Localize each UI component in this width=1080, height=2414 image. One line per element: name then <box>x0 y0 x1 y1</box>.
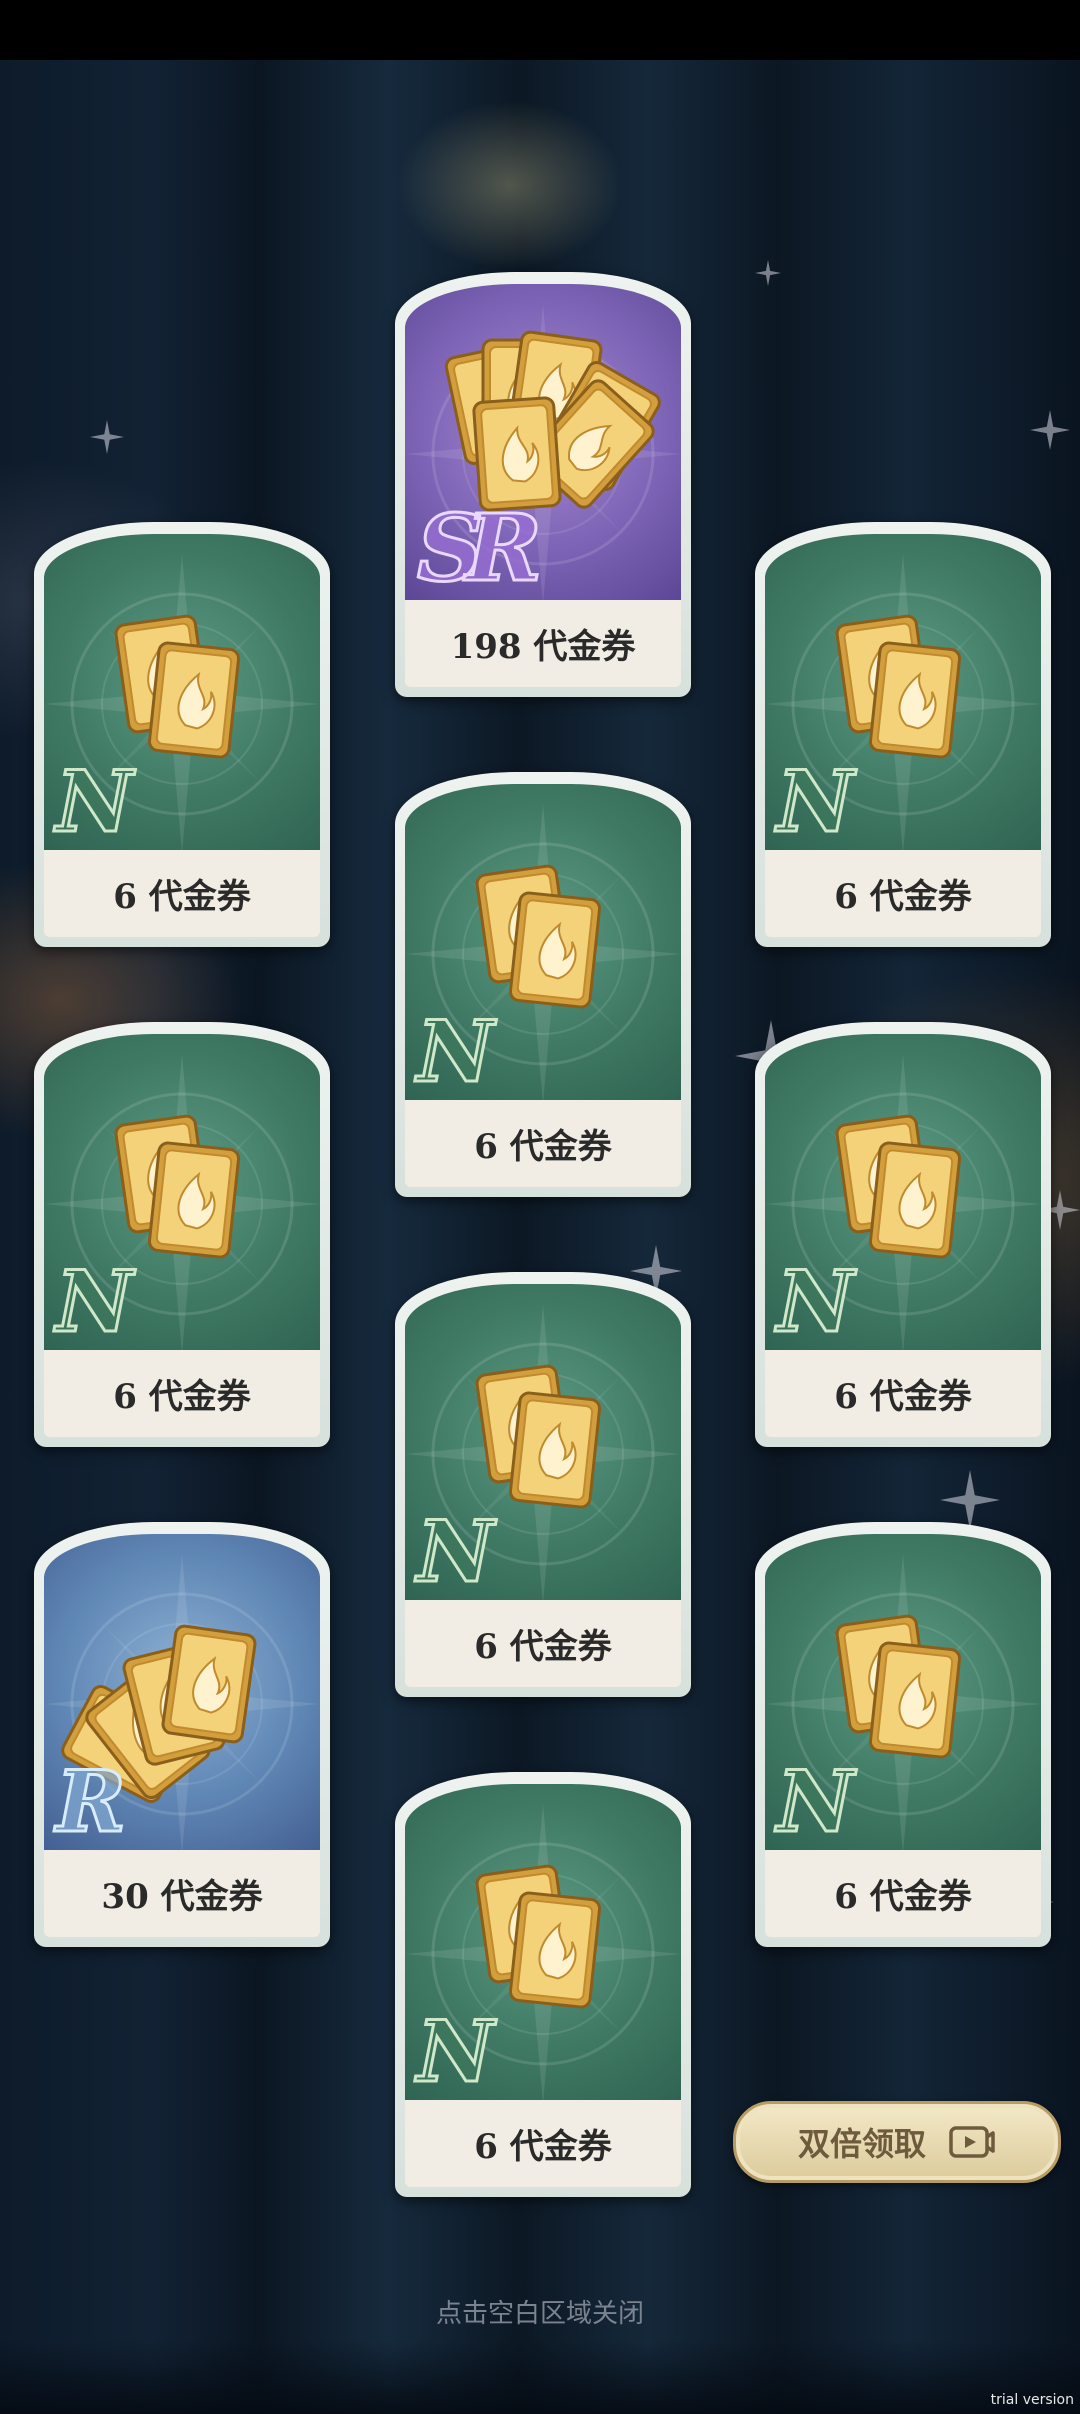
card-frame: SR 198 代金券 <box>405 284 681 687</box>
card-frame: N 6 代金券 <box>765 1534 1041 1937</box>
double-claim-label: 双倍领取 <box>797 2125 926 2163</box>
card-label-bar: 6 代金券 <box>765 1850 1041 1937</box>
card-label-bar: 6 代金券 <box>44 1350 320 1437</box>
reward-amount-label: 6 代金券 <box>474 2127 612 2167</box>
reward-amount-label: 6 代金券 <box>834 1377 972 1417</box>
card-frame: N 6 代金券 <box>765 534 1041 937</box>
card-frame: N 6 代金券 <box>405 1784 681 2187</box>
card-art: R <box>44 1534 320 1850</box>
card-art: N <box>405 1784 681 2100</box>
rarity-badge: N <box>776 1752 856 1850</box>
card-label-bar: 6 代金券 <box>765 850 1041 937</box>
rarity-badge: R <box>55 1752 128 1850</box>
card-art: N <box>44 534 320 850</box>
sparkle-decoration <box>90 420 124 454</box>
bottom-fade <box>0 2340 1080 2414</box>
rarity-badge: N <box>776 1252 856 1350</box>
card-frame: N 6 代金券 <box>405 784 681 1187</box>
status-bar <box>0 0 1080 60</box>
reward-amount-label: 6 代金券 <box>113 877 251 917</box>
reward-amount-label: 30 代金券 <box>101 1877 263 1917</box>
rarity-badge: N <box>416 1002 496 1100</box>
card-art: N <box>405 784 681 1100</box>
watermark-text: trial version <box>990 2392 1074 2408</box>
rarity-badge: SR <box>416 494 544 600</box>
reward-card-n-6: N 6 代金券 <box>755 1022 1051 1447</box>
reward-card-r-30: R 30 代金券 <box>34 1522 330 1947</box>
reward-card-n-6: N 6 代金券 <box>34 522 330 947</box>
reward-amount-label: 6 代金券 <box>834 877 972 917</box>
rarity-badge: N <box>416 2002 496 2100</box>
reward-card-n-6: N 6 代金券 <box>34 1022 330 1447</box>
sparkle-decoration <box>940 1470 1000 1530</box>
reward-card-n-6: N 6 代金券 <box>395 772 691 1197</box>
card-art: N <box>405 1284 681 1600</box>
card-art: SR <box>405 284 681 600</box>
video-play-icon <box>949 2126 995 2158</box>
card-frame: N 6 代金券 <box>765 1034 1041 1437</box>
card-label-bar: 6 代金券 <box>44 850 320 937</box>
card-art: N <box>765 1534 1041 1850</box>
card-label-bar: 6 代金券 <box>405 1600 681 1687</box>
close-hint-text[interactable]: 点击空白区域关闭 <box>0 2293 1080 2330</box>
reward-amount-label: 6 代金券 <box>834 1877 972 1917</box>
card-label-bar: 6 代金券 <box>405 2100 681 2187</box>
sparkle-decoration <box>755 260 781 286</box>
card-art: N <box>765 534 1041 850</box>
rarity-badge: N <box>55 752 135 850</box>
reward-card-n-6: N 6 代金券 <box>395 1772 691 2197</box>
card-frame: N 6 代金券 <box>44 534 320 937</box>
card-art: N <box>44 1034 320 1350</box>
rarity-badge: N <box>776 752 856 850</box>
reward-amount-label: 198 代金券 <box>450 627 636 667</box>
reward-amount-label: 6 代金券 <box>474 1627 612 1667</box>
rarity-badge: N <box>416 1502 496 1600</box>
card-label-bar: 198 代金券 <box>405 600 681 687</box>
reward-card-n-6: N 6 代金券 <box>755 522 1051 947</box>
sparkle-decoration <box>1030 410 1070 450</box>
reward-screen[interactable]: SR 198 代金券 N 6 代金券 N 6 代金券 N 6 代金券 N 6 代金券 N 6… <box>0 0 1080 2414</box>
card-frame: R 30 代金券 <box>44 1534 320 1937</box>
card-label-bar: 6 代金券 <box>765 1350 1041 1437</box>
double-claim-button[interactable]: 双倍领取 <box>733 2101 1061 2183</box>
reward-card-n-6: N 6 代金券 <box>755 1522 1051 1947</box>
card-label-bar: 30 代金券 <box>44 1850 320 1937</box>
reward-amount-label: 6 代金券 <box>474 1127 612 1167</box>
card-frame: N 6 代金券 <box>405 1284 681 1687</box>
rarity-badge: N <box>55 1252 135 1350</box>
card-art: N <box>765 1034 1041 1350</box>
card-label-bar: 6 代金券 <box>405 1100 681 1187</box>
reward-amount-label: 6 代金券 <box>113 1377 251 1417</box>
reward-card-n-6: N 6 代金券 <box>395 1272 691 1697</box>
card-frame: N 6 代金券 <box>44 1034 320 1437</box>
reward-card-sr-198: SR 198 代金券 <box>395 272 691 697</box>
